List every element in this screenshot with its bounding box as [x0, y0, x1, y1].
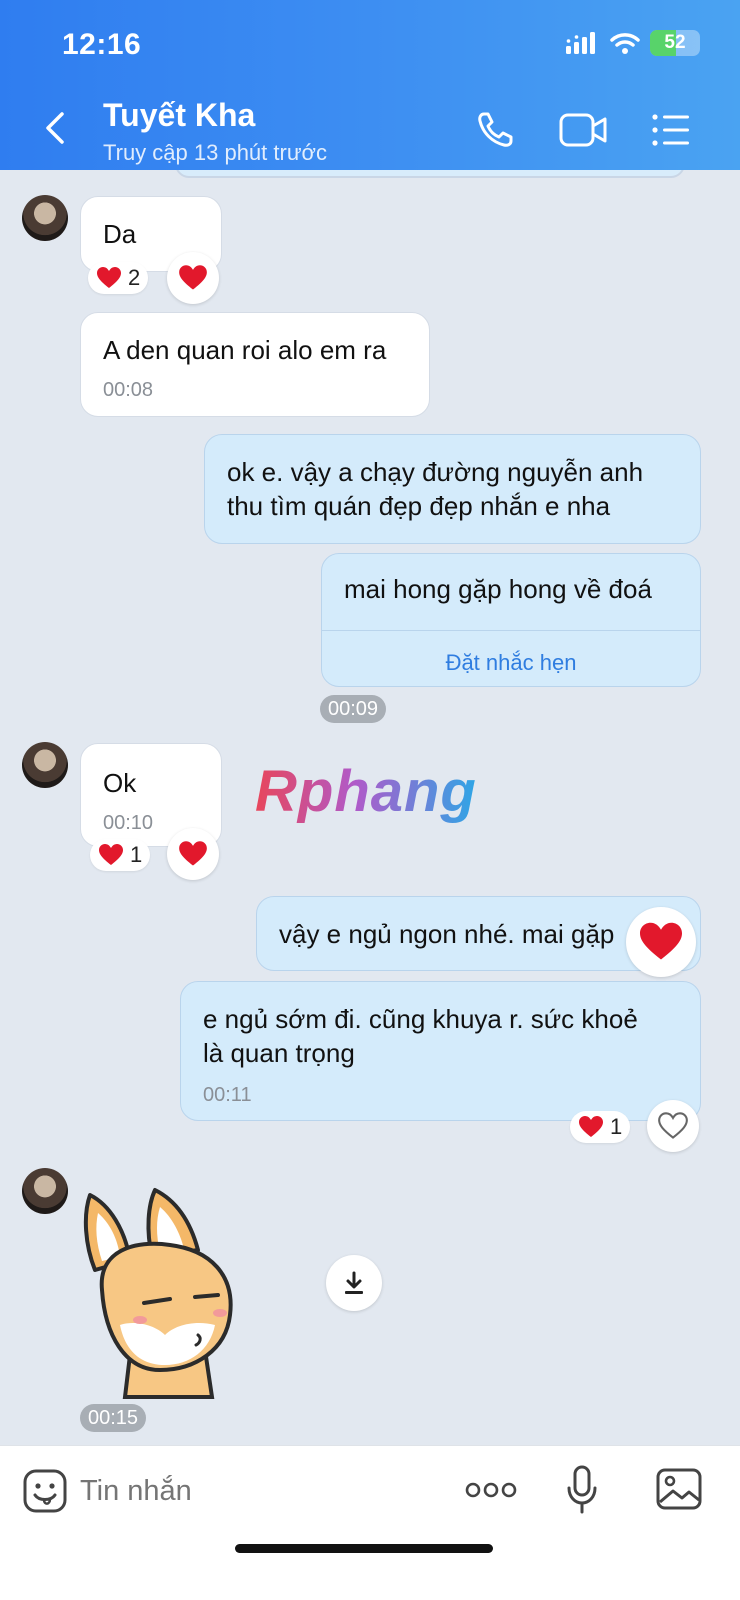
heart-icon [179, 265, 207, 290]
menu-list-icon[interactable] [650, 108, 700, 152]
set-reminder-link[interactable]: Đặt nhắc hẹn [322, 646, 700, 680]
emoji-sticker-icon[interactable] [22, 1468, 68, 1514]
heart-icon [579, 1116, 603, 1137]
battery-indicator: 52 [650, 30, 700, 56]
message-text: Ok [103, 768, 137, 798]
reaction-summary[interactable]: 2 [88, 262, 149, 294]
battery-percent: 52 [664, 32, 686, 53]
reaction-button[interactable] [626, 907, 696, 977]
reaction-button[interactable] [167, 828, 219, 880]
status-time: 12:16 [62, 28, 142, 61]
heart-icon [640, 922, 682, 960]
reaction-button[interactable] [167, 252, 219, 304]
reaction-summary[interactable]: 1 [570, 1111, 631, 1143]
last-seen-status: Truy cập 13 phút trước [103, 140, 327, 165]
reaction-button[interactable] [647, 1100, 699, 1152]
avatar[interactable] [22, 1168, 68, 1214]
reaction-count: 2 [128, 265, 141, 290]
message-text: mai hong gặp hong về đoá [344, 574, 652, 604]
reaction-count: 1 [130, 842, 143, 867]
heart-icon [179, 841, 207, 866]
download-button[interactable] [326, 1255, 382, 1311]
fox-sticker[interactable] [80, 1185, 240, 1400]
message-bubble[interactable]: e ngủ sớm đi. cũng khuya r. sức khoẻ là … [180, 981, 701, 1121]
message-composer [0, 1445, 740, 1600]
previous-message-edge [175, 170, 685, 178]
home-indicator [235, 1544, 493, 1553]
message-bubble[interactable]: A den quan roi alo em ra 00:08 [80, 312, 430, 417]
message-time-pill: 00:09 [320, 695, 387, 723]
message-text: A den quan roi alo em ra [103, 335, 387, 365]
message-time: 00:11 [203, 1084, 252, 1106]
message-input[interactable] [80, 1466, 440, 1516]
heart-icon [97, 267, 121, 288]
microphone-icon[interactable] [565, 1464, 599, 1516]
divider [322, 630, 700, 631]
message-text-line: thu tìm quán đẹp đẹp nhắn e nha [227, 491, 611, 521]
message-text-line: là quan trọng [203, 1038, 355, 1068]
message-bubble[interactable]: mai hong gặp hong về đoá Đặt nhắc hẹn [321, 553, 701, 687]
reaction-summary[interactable]: 1 [90, 839, 151, 871]
message-text: vậy e ngủ ngon nhé. mai gặp [279, 919, 615, 949]
signal-icon [566, 32, 595, 54]
back-icon[interactable] [38, 108, 74, 148]
reaction-count: 1 [610, 1114, 623, 1139]
chat-area[interactable]: Da 2 A den quan roi alo em ra 00:08 ok e… [0, 170, 740, 1445]
wifi-icon [610, 33, 640, 54]
phone-icon[interactable] [472, 108, 522, 152]
heart-icon [99, 844, 123, 865]
contact-name[interactable]: Tuyết Kha [103, 97, 255, 134]
heart-outline-icon [658, 1112, 688, 1139]
more-icon[interactable] [465, 1480, 517, 1500]
chat-header: 12:16 52 Tuyết Kha Truy cập 13 phút trướ… [0, 0, 740, 170]
message-bubble[interactable]: ok e. vậy a chạy đường nguyễn anh thu tì… [204, 434, 701, 544]
message-text-line: ok e. vậy a chạy đường nguyễn anh [227, 457, 644, 487]
avatar[interactable] [22, 742, 68, 788]
download-icon [345, 1271, 363, 1294]
status-icons: 52 [566, 30, 700, 56]
image-icon[interactable] [655, 1466, 703, 1512]
watermark-logo: Rphang [255, 759, 477, 824]
message-text: Da [103, 219, 137, 249]
video-call-icon[interactable] [558, 108, 608, 152]
message-time-pill: 00:15 [80, 1404, 147, 1432]
avatar[interactable] [22, 195, 68, 241]
message-time: 00:08 [103, 379, 154, 401]
message-text-line: e ngủ sớm đi. cũng khuya r. sức khoẻ [203, 1004, 638, 1034]
